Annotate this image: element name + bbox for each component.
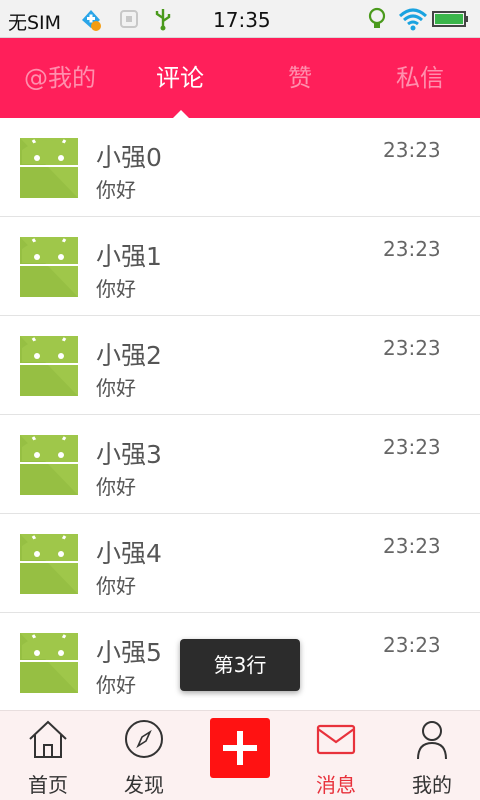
- item-message: 你好: [96, 277, 136, 301]
- nav-item-messages[interactable]: 消息: [288, 711, 384, 800]
- android-avatar-icon: [20, 435, 78, 495]
- android-avatar-icon: [20, 633, 78, 693]
- item-name: 小强4: [96, 539, 162, 568]
- nav-item-home[interactable]: 首页: [0, 711, 96, 800]
- item-time: 23:23: [383, 237, 441, 261]
- item-time: 23:23: [383, 435, 441, 459]
- tab-likes[interactable]: 赞: [240, 38, 360, 118]
- comment-list[interactable]: 小强0 你好 23:23 小强1 你好 23:23 小强2 你好 23:23 小…: [0, 118, 480, 710]
- item-name: 小强3: [96, 440, 162, 469]
- list-item[interactable]: 小强3 你好 23:23: [0, 415, 480, 514]
- android-avatar-icon: [20, 336, 78, 396]
- tab-private-messages[interactable]: 私信: [360, 38, 480, 118]
- toast-message: 第3行: [180, 639, 300, 691]
- item-name: 小强1: [96, 242, 162, 271]
- nav-label-home: 首页: [28, 773, 68, 797]
- android-avatar-icon: [20, 534, 78, 594]
- clock: 17:35: [213, 8, 271, 32]
- item-time: 23:23: [383, 336, 441, 360]
- battery-icon: [432, 11, 468, 27]
- nav-label-me: 我的: [412, 773, 452, 797]
- mail-icon: [316, 724, 356, 755]
- list-item[interactable]: 小强4 你好 23:23: [0, 514, 480, 613]
- cloud-notification-icon: [82, 10, 101, 31]
- carrier-label: 无SIM: [8, 12, 62, 34]
- item-time: 23:23: [383, 138, 441, 162]
- plus-icon: [223, 731, 257, 765]
- item-time: 23:23: [383, 534, 441, 558]
- compass-icon: [125, 720, 163, 758]
- item-message: 你好: [96, 574, 136, 598]
- bulb-icon: [368, 7, 386, 28]
- status-bar: 无SIM 17:35: [0, 0, 480, 38]
- item-name: 小强2: [96, 341, 162, 370]
- user-icon: [417, 721, 447, 760]
- android-avatar-icon: [20, 237, 78, 297]
- item-message: 你好: [96, 178, 136, 202]
- nav-label-discover: 发现: [124, 773, 164, 797]
- top-tab-bar: @我的 评论 赞 私信: [0, 38, 480, 118]
- list-item[interactable]: 小强2 你好 23:23: [0, 316, 480, 415]
- bottom-nav: 首页 发现 消息 我的: [0, 710, 480, 800]
- tab-comments[interactable]: 评论: [120, 38, 240, 118]
- sd-card-icon: [120, 10, 138, 28]
- item-message: 你好: [96, 475, 136, 499]
- item-message: 你好: [96, 376, 136, 400]
- add-button[interactable]: [210, 718, 270, 778]
- list-item[interactable]: 小强0 你好 23:23: [0, 118, 480, 217]
- nav-label-messages: 消息: [316, 773, 356, 797]
- item-time: 23:23: [383, 633, 441, 657]
- item-message: 你好: [96, 673, 136, 697]
- list-item[interactable]: 小强1 你好 23:23: [0, 217, 480, 316]
- tab-at-me[interactable]: @我的: [0, 38, 120, 118]
- item-name: 小强0: [96, 143, 162, 172]
- home-icon: [29, 720, 67, 758]
- usb-icon: [155, 9, 171, 31]
- nav-item-discover[interactable]: 发现: [96, 711, 192, 800]
- nav-item-me[interactable]: 我的: [384, 711, 480, 800]
- android-avatar-icon: [20, 138, 78, 198]
- item-name: 小强5: [96, 638, 162, 667]
- wifi-icon: [398, 8, 428, 31]
